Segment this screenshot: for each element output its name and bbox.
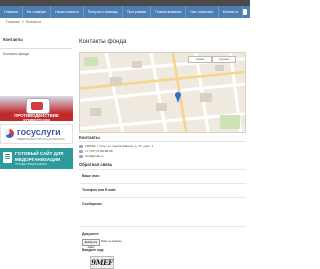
gosuslugi-subtitle: ФЕДЕРАЛЬНЫЙ ПОРТАЛ GOSUSLUGI.RU — [17, 138, 65, 141]
nav-item-to-main[interactable]: На главную — [23, 6, 51, 18]
message-field[interactable] — [79, 226, 246, 227]
address-icon — [79, 145, 83, 148]
stop-hand-icon — [26, 98, 50, 114]
contact-field[interactable] — [79, 197, 246, 198]
captcha-label: Введите код: — [82, 248, 105, 252]
nav-search-input[interactable] — [243, 9, 247, 15]
nav-item-home[interactable]: Главная — [0, 6, 23, 18]
nav-item-get-help[interactable]: Получить помощь — [84, 6, 123, 18]
form-divider — [79, 169, 246, 170]
sidebar-divider — [0, 48, 72, 49]
main-content: Контакты фонда Схема Спутник Контакты 16… — [79, 36, 250, 269]
gosuslugi-logo-icon — [5, 129, 14, 138]
anticorruption-banner-text: ПРОТИВОДЕЙСТВИЕ КОРРУПЦИИ — [14, 113, 59, 121]
nav-item-contacts[interactable]: Контакты — [219, 6, 244, 18]
main-nav: Главная На главную Наши новости Получить… — [0, 6, 250, 18]
sidebar: Контакты Контакты фонда ПРОТИВОДЕЙСТВИЕ … — [0, 36, 75, 250]
file-field-label: Документ: — [82, 232, 100, 236]
sidebar-title: Контакты — [3, 37, 23, 42]
med-site-banner[interactable]: ГОТОВЫЙ САЙТ ДЛЯ МЕДОРГАНИЗАЦИИ ЛУЧШЕЕ П… — [0, 148, 73, 169]
map-streets — [80, 53, 245, 132]
map-view-satellite-button[interactable]: Спутник — [212, 56, 236, 63]
med-banner-line3: ЛУЧШЕЕ ПРЕДЛОЖЕНИЕ — [15, 163, 47, 166]
breadcrumb-home-link[interactable]: Главная — [6, 20, 20, 24]
contact-field-label: Телефон или E-mail: — [82, 188, 117, 192]
nav-item-helpers[interactable]: Нас помогают — [186, 6, 219, 18]
email-icon — [79, 155, 83, 158]
nav-item-donations[interactable]: Пожертвования — [151, 6, 187, 18]
phone-icon — [79, 150, 83, 153]
nav-item-programs[interactable]: Программы — [123, 6, 152, 18]
document-icon — [3, 152, 12, 163]
anticorruption-banner[interactable]: ПРОТИВОДЕЙСТВИЕ КОРРУПЦИИ — [0, 96, 73, 121]
map-view-scheme-button[interactable]: Схема — [188, 56, 212, 63]
contacts-divider — [79, 141, 246, 142]
contacts-heading: Контакты — [79, 135, 100, 140]
gosuslugi-title: госуслуги — [17, 127, 61, 137]
med-banner-line2: МЕДОРГАНИЗАЦИИ — [15, 157, 61, 162]
breadcrumb-current: Контакты — [25, 20, 42, 24]
med-banner-line1: ГОТОВЫЙ САЙТ ДЛЯ — [15, 151, 64, 156]
file-status: Файл не выбран — [101, 240, 122, 243]
name-field-label: Ваше имя: — [82, 174, 100, 178]
feedback-form-title: Обратная связь — [79, 162, 113, 167]
message-field-label: Сообщение: — [82, 202, 103, 206]
sidebar-item-contacts[interactable]: Контакты фонда — [3, 52, 29, 56]
gosuslugi-banner[interactable]: госуслуги ФЕДЕРАЛЬНЫЙ ПОРТАЛ GOSUSLUGI.R… — [0, 124, 73, 144]
captcha-image: 9MEF — [90, 256, 114, 269]
contact-address: 165500, г. Ухта, ул. Карла Маркса, д. 37… — [85, 144, 154, 148]
location-map[interactable]: Схема Спутник — [79, 52, 246, 133]
name-field[interactable] — [79, 183, 246, 184]
page-title: Контакты фонда — [79, 38, 127, 45]
choose-file-button[interactable]: Выберите файл — [82, 239, 100, 249]
contact-phone: +7 (347) 2-88-88-88 — [85, 149, 113, 153]
breadcrumb-separator: » — [21, 20, 24, 24]
nav-item-news[interactable]: Наши новости — [51, 6, 84, 18]
contact-email[interactable]: fond@mail.ru — [85, 154, 103, 158]
breadcrumb: Главная» Контакты — [6, 20, 41, 24]
